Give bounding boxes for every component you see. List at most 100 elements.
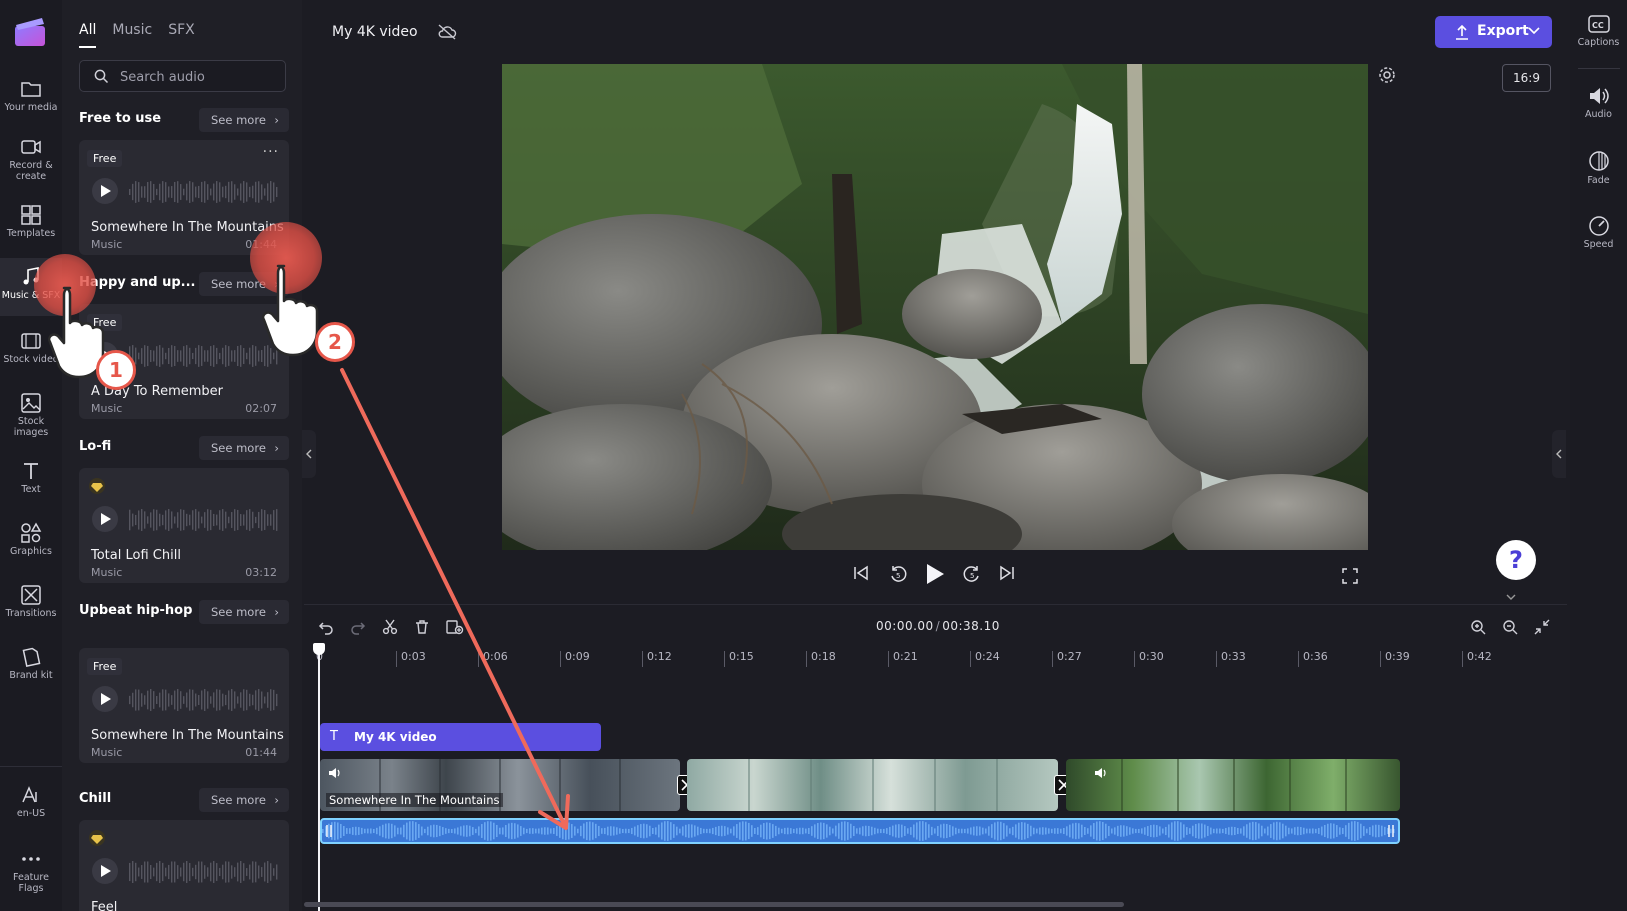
play-button[interactable] <box>92 686 118 712</box>
captions-button[interactable]: CC Captions <box>1570 14 1627 48</box>
zoom-out-icon[interactable] <box>1502 619 1518 635</box>
see-more-button[interactable]: See more › <box>199 600 289 624</box>
nav-language[interactable]: en-US <box>0 776 62 834</box>
add-to-timeline-icon[interactable] <box>446 619 464 635</box>
play-button[interactable] <box>92 178 118 204</box>
scissors-icon[interactable] <box>382 619 398 635</box>
ruler-tick <box>478 651 479 667</box>
tab-all[interactable]: All <box>79 22 97 48</box>
timeline-scrollbar[interactable] <box>304 902 1124 907</box>
preview-settings-icon[interactable] <box>1378 66 1396 84</box>
audio-waveform <box>322 821 1395 841</box>
collapse-panel-button[interactable] <box>302 430 316 478</box>
waveform <box>129 861 278 883</box>
section-upbeat-hiphop: Upbeat hip-hop See more › <box>79 600 289 624</box>
help-button[interactable]: ? <box>1496 540 1536 580</box>
speed-button[interactable]: Speed <box>1570 214 1627 250</box>
nav-label: Record & create <box>9 160 53 182</box>
ruler-label: 0:30 <box>1139 650 1164 663</box>
aspect-ratio-button[interactable]: 16:9 <box>1502 64 1551 92</box>
nav-transitions[interactable]: Transitions <box>0 576 62 634</box>
svg-text:5: 5 <box>896 572 900 580</box>
nav-label: Feature Flags <box>13 872 49 894</box>
skip-to-end-icon[interactable] <box>998 564 1016 582</box>
track-card[interactable]: Total Lofi Chill Music 03:12 <box>79 468 289 583</box>
see-more-button[interactable]: See more › <box>199 788 289 812</box>
more-options-icon[interactable]: ··· <box>263 144 279 160</box>
search-icon <box>94 69 109 84</box>
nav-brand-kit[interactable]: Brand kit <box>0 638 62 696</box>
forward-5s-icon[interactable]: 5 <box>962 564 982 584</box>
see-more-button[interactable]: See more › <box>199 436 289 460</box>
nav-label: Transitions <box>5 608 57 619</box>
track-card[interactable]: Free Somewhere In The Mountains Music 01… <box>79 648 289 763</box>
volume-icon[interactable] <box>1094 767 1108 779</box>
chevron-right-icon: › <box>274 113 279 127</box>
ruler-label: 0:33 <box>1221 650 1246 663</box>
speed-icon <box>1588 216 1609 236</box>
play-button[interactable] <box>92 858 118 884</box>
nav-label: Brand kit <box>9 670 53 681</box>
search-input[interactable] <box>120 67 280 87</box>
playhead[interactable] <box>318 645 320 911</box>
play-icon[interactable] <box>924 562 946 586</box>
project-title[interactable]: My 4K video <box>332 24 418 40</box>
left-navigation: Your media Record & create Templates Mus… <box>0 0 62 911</box>
video-preview[interactable] <box>502 64 1368 550</box>
audio-button[interactable]: Audio <box>1570 86 1627 120</box>
skip-to-start-icon[interactable] <box>852 564 870 582</box>
ruler-label: 0:12 <box>647 650 672 663</box>
video-clip[interactable] <box>1066 759 1400 811</box>
ruler-label: 0:36 <box>1303 650 1328 663</box>
chevron-right-icon: › <box>274 605 279 619</box>
play-button[interactable] <box>92 506 118 532</box>
clip-label: Somewhere In The Mountains <box>326 793 503 807</box>
fullscreen-icon[interactable] <box>1342 568 1358 584</box>
nav-your-media[interactable]: Your media <box>0 70 62 128</box>
video-clip[interactable]: Somewhere In The Mountains <box>320 759 680 811</box>
chevron-right-icon: › <box>274 793 279 807</box>
rewind-5s-icon[interactable]: 5 <box>888 564 908 584</box>
see-more-button[interactable]: See more › <box>199 108 289 132</box>
nav-feature-flags[interactable]: Feature Flags <box>0 840 62 898</box>
brand-kit-icon <box>22 647 41 667</box>
speaker-icon <box>1589 88 1609 104</box>
section-lofi: Lo-fi See more › <box>79 436 289 460</box>
playhead-handle[interactable] <box>313 643 325 655</box>
clipchamp-editor: Your media Record & create Templates Mus… <box>0 0 1627 911</box>
track-title: Total Lofi Chill <box>91 548 181 563</box>
nav-stock-images[interactable]: Stock images <box>0 384 62 442</box>
text-clip[interactable]: T My 4K video <box>320 723 601 751</box>
free-badge: Free <box>87 150 123 167</box>
tab-music[interactable]: Music <box>112 22 152 48</box>
cloud-off-icon[interactable] <box>437 23 457 41</box>
film-icon <box>21 333 41 349</box>
nav-graphics[interactable]: Graphics <box>0 514 62 572</box>
see-more-label: See more <box>211 113 266 127</box>
see-more-label: See more <box>211 605 266 619</box>
tab-sfx[interactable]: SFX <box>168 22 195 48</box>
collapse-right-panel-button[interactable] <box>1552 430 1566 478</box>
volume-icon[interactable] <box>328 767 342 779</box>
timeline-ruler[interactable]: 0 0:03 0:06 0:09 0:12 0:15 0:18 0:21 0:2… <box>314 647 1554 669</box>
trim-handle-left[interactable] <box>326 824 332 838</box>
app-logo[interactable] <box>14 16 46 48</box>
track-card[interactable]: Feel <box>79 820 289 911</box>
fit-timeline-icon[interactable] <box>1534 619 1550 635</box>
track-title: Somewhere In The Mountains <box>91 220 284 235</box>
export-button[interactable]: Export <box>1435 16 1552 48</box>
play-icon <box>101 865 111 877</box>
chevron-down-icon <box>1528 27 1540 35</box>
chevron-down-icon[interactable] <box>1505 592 1517 602</box>
video-clip[interactable] <box>687 759 1058 811</box>
redo-icon[interactable] <box>350 619 366 635</box>
audio-clip[interactable] <box>320 818 1400 844</box>
fade-button[interactable]: Fade <box>1570 150 1627 186</box>
nav-templates[interactable]: Templates <box>0 196 62 254</box>
zoom-in-icon[interactable] <box>1470 619 1486 635</box>
nav-text[interactable]: Text <box>0 452 62 510</box>
nav-record-create[interactable]: Record & create <box>0 128 62 186</box>
trim-handle-right[interactable] <box>1388 824 1394 838</box>
delete-icon[interactable] <box>414 619 430 635</box>
undo-icon[interactable] <box>318 619 334 635</box>
